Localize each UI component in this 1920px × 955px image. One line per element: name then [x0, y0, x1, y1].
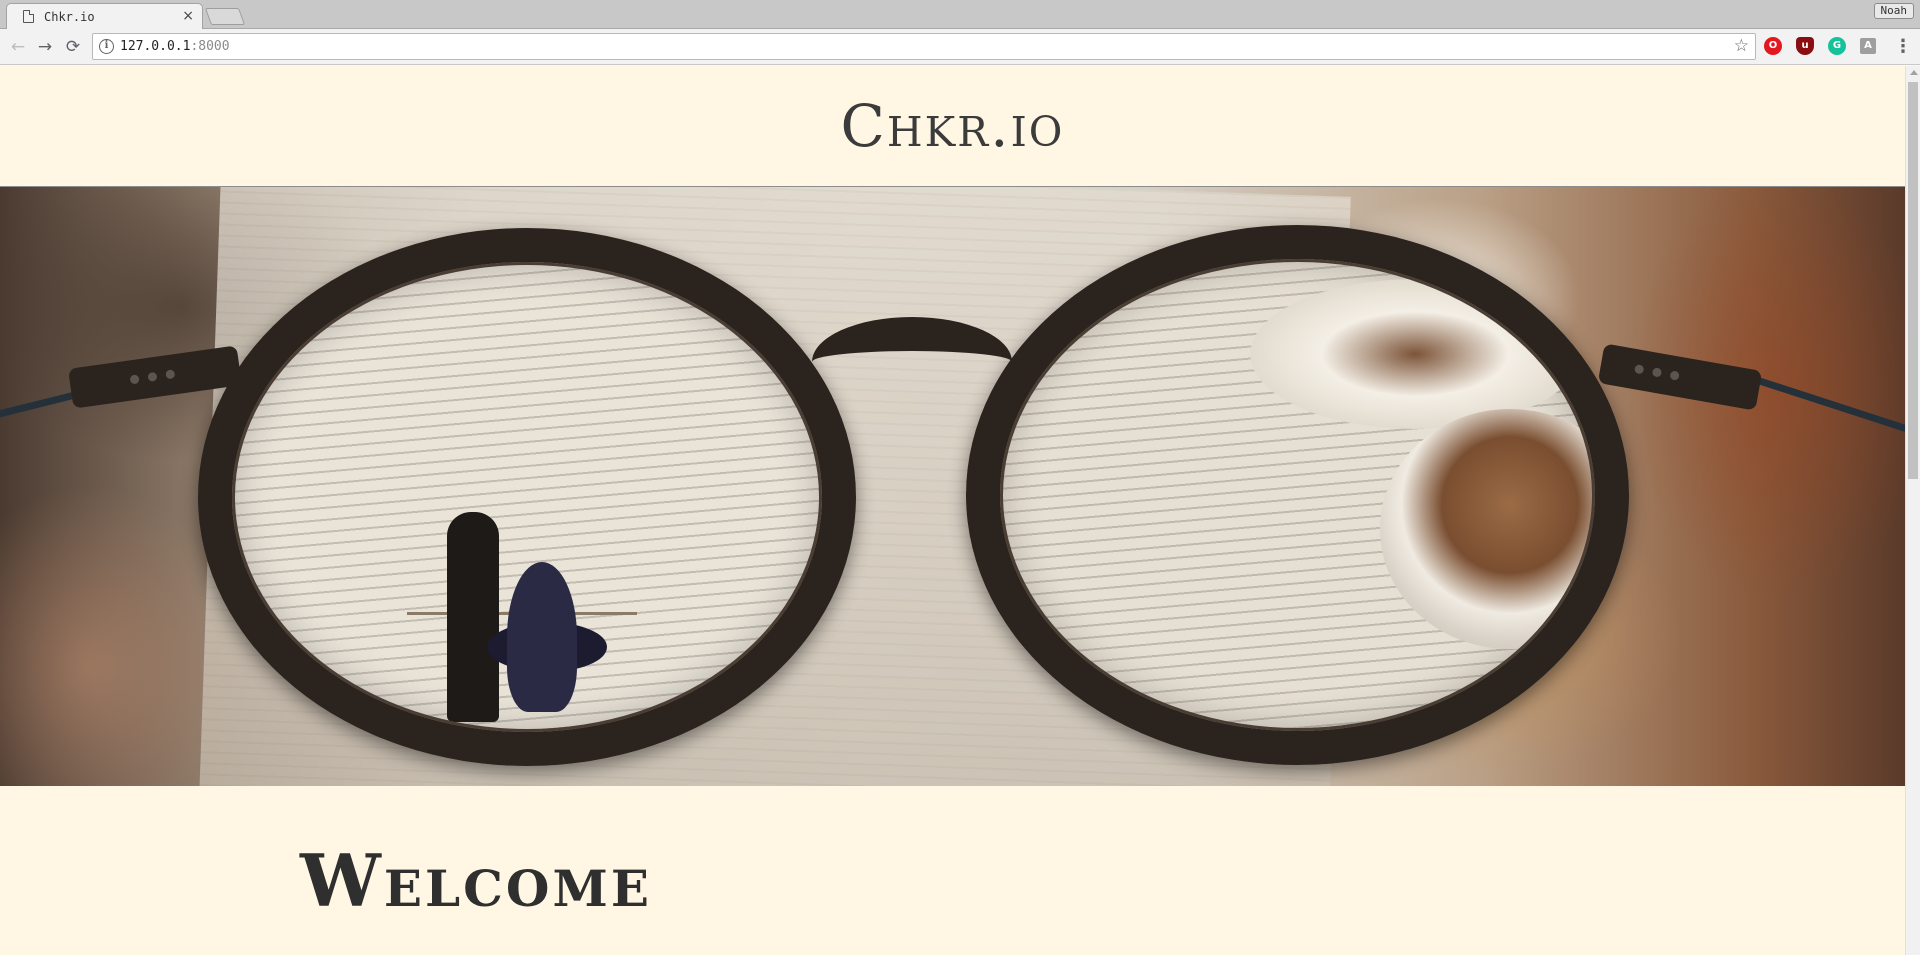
- hero-image: [0, 186, 1905, 786]
- site-brand[interactable]: Chkr.io: [0, 92, 1905, 160]
- scroll-thumb[interactable]: [1908, 82, 1918, 479]
- rivet: [165, 369, 176, 380]
- glasses-arm-right: [1753, 375, 1905, 436]
- glasses-hinge-right: [1597, 343, 1763, 411]
- rivet: [147, 371, 158, 382]
- page-scrollbar[interactable]: [1905, 66, 1920, 955]
- grammarly-icon[interactable]: G: [1828, 37, 1846, 55]
- opera-icon[interactable]: O: [1764, 37, 1782, 55]
- page-icon: [23, 10, 34, 23]
- tab-strip: Chkr.io × Noah: [0, 0, 1920, 29]
- font-icon[interactable]: A: [1860, 38, 1876, 54]
- browser-tab[interactable]: Chkr.io ×: [6, 3, 203, 29]
- address-bar[interactable]: i 127.0.0.1:8000 ☆: [92, 33, 1756, 60]
- new-tab-button[interactable]: [204, 8, 246, 25]
- back-icon[interactable]: ←: [8, 37, 28, 57]
- tab-title: Chkr.io: [44, 10, 95, 24]
- rivet: [1634, 364, 1645, 375]
- url-port: :8000: [190, 39, 230, 54]
- browser-toolbar: ← → ⟳ i 127.0.0.1:8000 ☆ O u G A ⋮: [0, 29, 1920, 65]
- forward-icon[interactable]: →: [35, 37, 55, 57]
- welcome-heading: Welcome: [300, 838, 652, 923]
- profile-button[interactable]: Noah: [1873, 3, 1914, 19]
- glasses-frame-right: [966, 225, 1629, 765]
- rivet: [1669, 370, 1680, 381]
- page-viewport: Chkr.io Welcome: [0, 66, 1905, 955]
- ublock-icon[interactable]: u: [1796, 37, 1814, 55]
- glasses-bridge: [812, 317, 1012, 407]
- info-icon[interactable]: i: [99, 39, 114, 54]
- reload-icon[interactable]: ⟳: [63, 37, 83, 57]
- menu-icon[interactable]: ⋮: [1894, 37, 1912, 57]
- rivet: [129, 374, 140, 385]
- site-header: Chkr.io: [0, 66, 1905, 186]
- scroll-up-arrow-icon[interactable]: [1910, 70, 1918, 75]
- bookmark-star-icon[interactable]: ☆: [1734, 36, 1749, 56]
- url-host: 127.0.0.1: [120, 39, 191, 54]
- glasses-frame-left: [198, 228, 856, 766]
- url-text[interactable]: 127.0.0.1:8000: [120, 39, 230, 54]
- rivet: [1651, 367, 1663, 378]
- close-tab-icon[interactable]: ×: [182, 8, 194, 24]
